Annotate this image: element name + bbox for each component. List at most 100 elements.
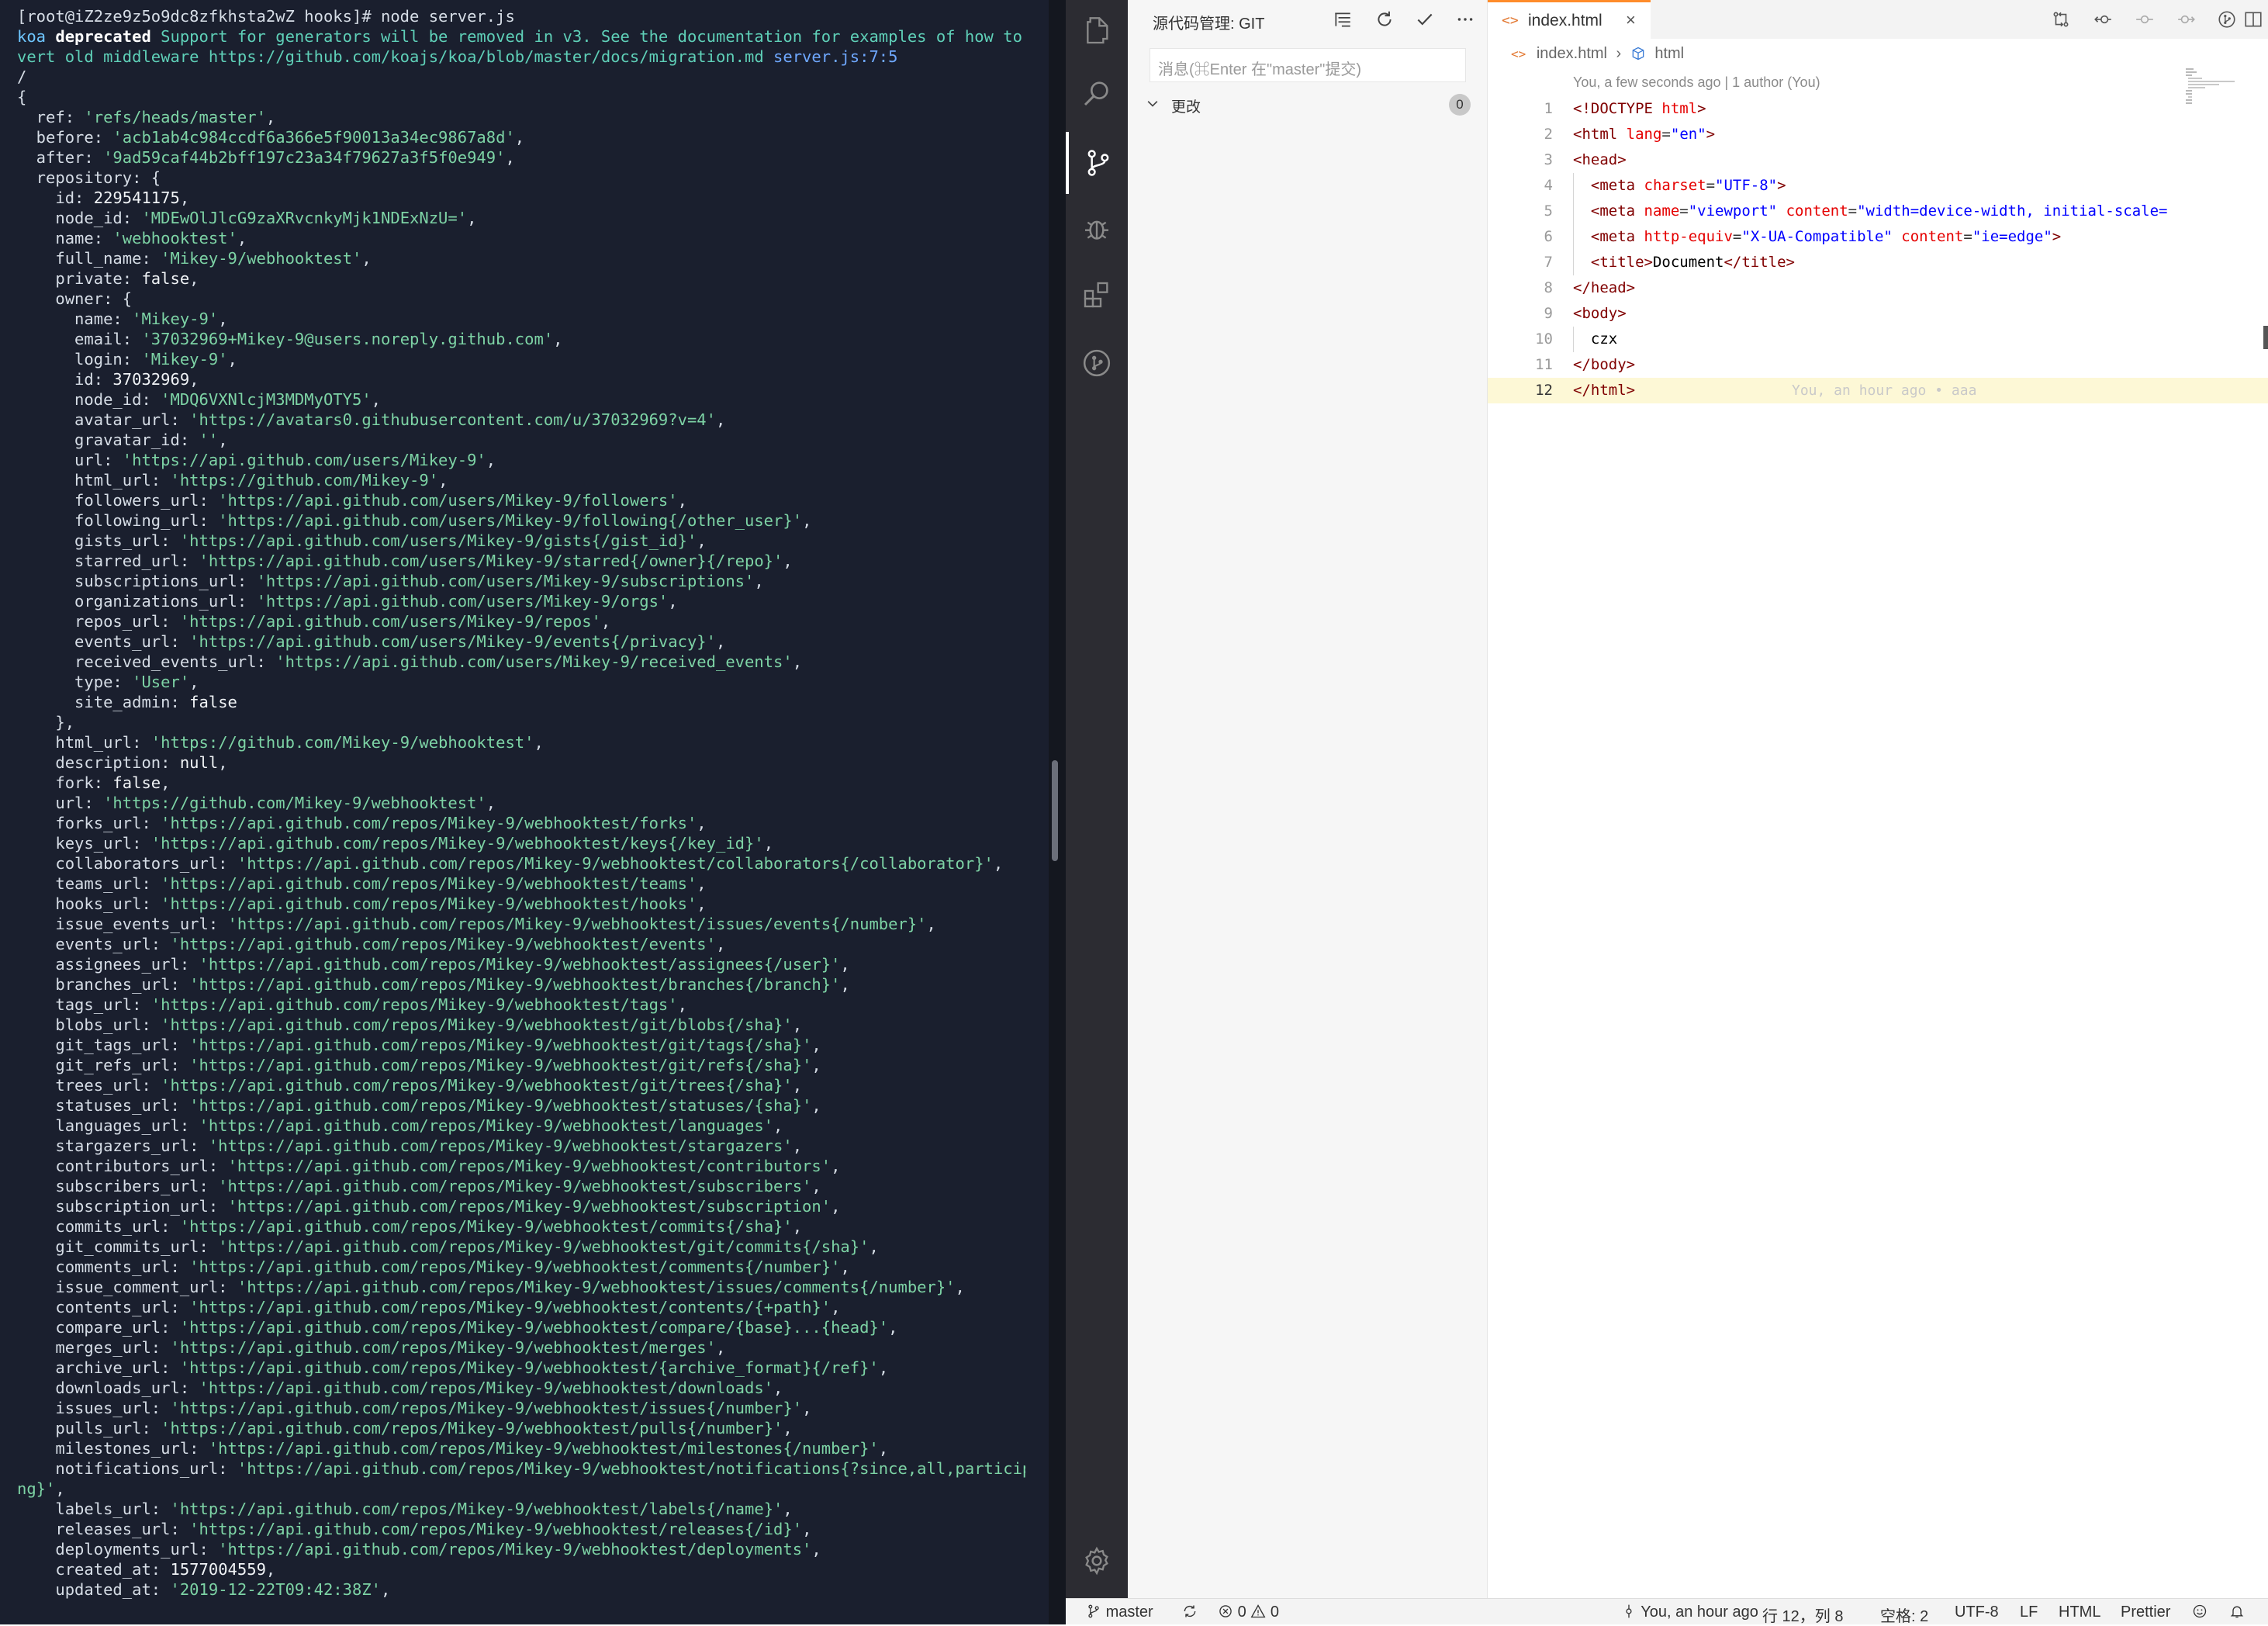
feedback-button[interactable] <box>2192 1604 2207 1621</box>
terminal-text: '' <box>199 431 219 449</box>
terminal-panel[interactable]: [root@iZ2ze9z5o9dc8zfkhsta2wZ hooks]# no… <box>0 0 1049 1624</box>
code-line[interactable]: 12 </html> You, an hour ago • aaa <box>1488 378 2268 403</box>
notifications-button[interactable] <box>2229 1604 2245 1621</box>
code-line[interactable]: 9 <body> <box>1488 301 2268 327</box>
terminal-scrollbar[interactable] <box>1052 760 1058 861</box>
changes-group[interactable]: 更改 0 <box>1145 92 1471 118</box>
refresh-button[interactable] <box>1371 6 1398 33</box>
open-changes-button[interactable] <box>2048 6 2074 33</box>
cursor-position[interactable]: 行 12，列 8 <box>1762 1604 1843 1626</box>
commit-button[interactable] <box>1412 6 1438 33</box>
code-line[interactable]: 2 <html lang="en"> <box>1488 122 2268 147</box>
formatter-status[interactable]: Prettier <box>2121 1604 2170 1621</box>
code-line[interactable]: 10 czx <box>1488 327 2268 352</box>
terminal-text: 'https://api.github.com/repos/Mikey-9/we… <box>237 854 994 873</box>
terminal-text: avatar_url: <box>17 410 190 429</box>
terminal-text: , <box>218 310 228 328</box>
blame-status[interactable]: You, an hour ago <box>1621 1604 1758 1621</box>
terminal-text: , <box>792 1076 803 1095</box>
git-blame-codelens[interactable]: You, a few seconds ago | 1 author (You) <box>1573 74 1820 91</box>
debug-button[interactable] <box>1066 198 1128 260</box>
view-as-tree-button[interactable] <box>1329 6 1356 33</box>
terminal-line: commits_url: 'https://api.github.com/rep… <box>17 1216 1025 1237</box>
terminal-line: teams_url: 'https://api.github.com/repos… <box>17 874 1025 894</box>
code-line[interactable]: 5 <meta name="viewport" content="width=d… <box>1488 199 2268 224</box>
terminal-text: , <box>811 1096 821 1115</box>
more-actions-button[interactable] <box>1452 6 1478 33</box>
next-revision-button[interactable] <box>2173 6 2200 33</box>
git-graph-button[interactable] <box>2214 6 2240 33</box>
breadcrumb-file[interactable]: index.html <box>1537 45 1607 62</box>
code-line[interactable]: 3 <head> <box>1488 147 2268 173</box>
code-line[interactable]: 4 <meta charset="UTF-8"> <box>1488 173 2268 199</box>
terminal-line: archive_url: 'https://api.github.com/rep… <box>17 1358 1025 1378</box>
search-button[interactable] <box>1066 62 1128 124</box>
code-line[interactable]: 1 <!DOCTYPE html> <box>1488 96 2268 122</box>
tab-index-html[interactable]: <> index.html × <box>1488 0 1651 39</box>
terminal-text: , <box>878 1358 889 1377</box>
terminal-line: fork: false, <box>17 773 1025 793</box>
terminal-text: , <box>486 794 496 812</box>
branch-status[interactable]: master <box>1086 1604 1153 1621</box>
terminal-line: issue_events_url: 'https://api.github.co… <box>17 914 1025 934</box>
editor-scrollbar[interactable] <box>2263 326 2268 349</box>
terminal-line: git_tags_url: 'https://api.github.com/re… <box>17 1035 1025 1055</box>
code-text: <body> <box>1573 301 1627 327</box>
terminal-text: , <box>381 1580 391 1599</box>
code-line[interactable]: 7 <title>Document</title> <box>1488 250 2268 275</box>
indentation[interactable]: 空格: 2 <box>1880 1604 1928 1626</box>
extensions-icon <box>1084 282 1108 308</box>
line-number: 8 <box>1544 279 1553 296</box>
terminal-text: collaborators_url: <box>17 854 237 873</box>
terminal-text: node_id: <box>17 390 161 409</box>
commit-node-button[interactable] <box>2131 6 2158 33</box>
problems-status[interactable]: 0 0 <box>1218 1604 1279 1621</box>
previous-revision-button[interactable] <box>2090 6 2116 33</box>
terminal-text: , <box>783 1500 793 1518</box>
explorer-button[interactable] <box>1066 0 1128 62</box>
sync-button[interactable] <box>1182 1604 1198 1621</box>
settings-button[interactable] <box>1066 1530 1128 1592</box>
tab-close-button[interactable]: × <box>1626 10 1636 30</box>
commit-message-input[interactable]: 消息(⌘Enter 在"master"提交) <box>1150 48 1466 82</box>
terminal-line: ref: 'refs/heads/master', <box>17 107 1025 127</box>
code-line[interactable]: 8 </head> <box>1488 275 2268 301</box>
terminal-line: pulls_url: 'https://api.github.com/repos… <box>17 1418 1025 1438</box>
error-icon <box>1219 1605 1232 1617</box>
terminal-text: 'https://avatars0.githubusercontent.com/… <box>189 410 716 429</box>
terminal-text: , <box>668 592 678 611</box>
terminal-text: 'https://api.github.com/users/Mikey-9/fo… <box>218 511 803 530</box>
language-mode[interactable]: HTML <box>2059 1604 2100 1621</box>
git-history-button[interactable] <box>1066 332 1128 394</box>
terminal-text: keys_url: <box>17 834 151 853</box>
end-of-line[interactable]: LF <box>2020 1604 2038 1621</box>
terminal-text: 'https://api.github.com/repos/Mikey-9/we… <box>189 1258 841 1276</box>
terminal-line: html_url: 'https://github.com/Mikey-9/we… <box>17 732 1025 752</box>
terminal-text: 'https://github.com/Mikey-9' <box>170 471 439 490</box>
terminal-text: 'MDQ6VXNlcjM3MDMyOTY5' <box>161 390 372 409</box>
extensions-button[interactable] <box>1066 264 1128 326</box>
terminal-line: }, <box>17 712 1025 732</box>
terminal-text: , <box>802 1399 812 1417</box>
terminal-text: , <box>831 1197 841 1216</box>
terminal-text: , <box>534 733 544 752</box>
terminal-text: downloads_url: <box>17 1379 199 1397</box>
split-editor-button[interactable] <box>2240 6 2266 33</box>
vscode-window: 源代码管理: GIT 消息(⌘Enter 在"master"提交) 更改 0 < <box>1066 0 2268 1624</box>
terminal-line: repository: { <box>17 168 1025 188</box>
encoding[interactable]: UTF-8 <box>1955 1604 1999 1621</box>
minimap[interactable] <box>2186 68 2248 107</box>
terminal-text: ref: <box>17 108 85 126</box>
code-line[interactable]: 6 <meta http-equiv="X-UA-Compatible" con… <box>1488 224 2268 250</box>
breadcrumb-symbol[interactable]: html <box>1654 45 1684 62</box>
terminal-line: languages_url: 'https://api.github.com/r… <box>17 1116 1025 1136</box>
source-control-button[interactable] <box>1066 132 1128 194</box>
terminal-text: git_tags_url: <box>17 1036 190 1054</box>
html-file-icon: <> <box>1511 47 1526 62</box>
code-line[interactable]: 11 </body> <box>1488 352 2268 378</box>
terminal-text: 'https://api.github.com/repos/Mikey-9/we… <box>161 1076 793 1095</box>
terminal-line: koa deprecated Support for generators wi… <box>17 26 1025 47</box>
terminal-line: events_url: 'https://api.github.com/user… <box>17 631 1025 652</box>
terminal-text: 'https://api.github.com/repos/Mikey-9/we… <box>170 1338 716 1357</box>
terminal-text: releases_url: <box>17 1520 190 1538</box>
